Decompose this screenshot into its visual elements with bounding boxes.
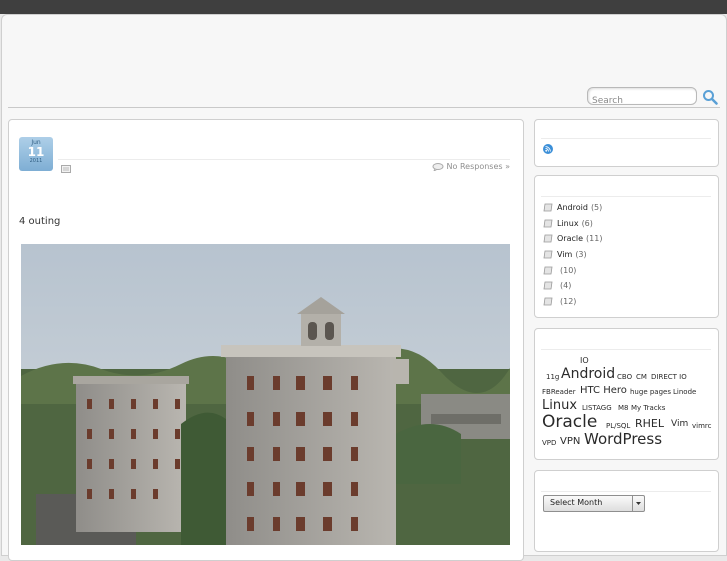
search-box[interactable]	[587, 87, 697, 108]
tag-link[interactable]: PL/SQL	[606, 422, 630, 430]
tag-link[interactable]: Vim	[671, 419, 688, 429]
tag-cloud-widget: IO 11g Android CBO CM DIRECT IO FBReader…	[534, 328, 719, 460]
post-date-year: 2011	[29, 158, 43, 164]
tag-link[interactable]: CM	[636, 373, 647, 381]
tag-link[interactable]: Linux	[542, 398, 577, 413]
post-date-badge: Jun 11 2011	[19, 137, 53, 171]
archive-select-label: Select Month	[550, 498, 603, 507]
category-count: (5)	[590, 203, 603, 213]
page-icon	[543, 281, 553, 290]
rss-widget	[534, 119, 719, 167]
category-item[interactable]: Vim (3)	[543, 247, 602, 263]
category-name[interactable]: Android	[557, 203, 588, 212]
category-item[interactable]: (12)	[543, 294, 602, 310]
archive-month-select[interactable]: Select Month	[543, 495, 645, 512]
page-icon	[543, 297, 553, 306]
tag-link[interactable]: 11g	[546, 373, 559, 381]
category-name[interactable]: Oracle	[557, 234, 583, 243]
post-photo[interactable]	[21, 244, 510, 545]
post-responses-link[interactable]: No Responses »	[432, 162, 510, 171]
tag-link[interactable]: Linode	[673, 388, 696, 396]
category-count: (6)	[581, 218, 593, 228]
archives-widget: Select Month	[534, 470, 719, 552]
tag-link[interactable]: DIRECT IO	[651, 373, 687, 381]
widget-divider	[541, 196, 711, 197]
tag-link[interactable]: HTC Hero	[580, 385, 627, 396]
post-date-day: 11	[27, 145, 45, 159]
folder-icon	[61, 165, 71, 173]
tag-link[interactable]: CBO	[617, 373, 632, 381]
tag-link[interactable]: IO	[580, 356, 589, 365]
tag-link[interactable]: FBReader	[542, 388, 576, 396]
tag-link[interactable]: huge pages	[630, 388, 671, 396]
top-bar	[0, 0, 727, 14]
tag-link[interactable]: Android	[561, 366, 615, 382]
tag-link[interactable]: LISTAGG	[582, 404, 612, 412]
category-name[interactable]: Vim	[557, 250, 572, 259]
category-item[interactable]: Android (5)	[543, 200, 602, 216]
tag-link[interactable]: VPN	[560, 436, 580, 447]
category-count: (4)	[560, 281, 572, 291]
page-icon	[543, 266, 553, 275]
tag-link[interactable]: VPD	[542, 439, 556, 447]
responses-label: No Responses »	[446, 162, 510, 171]
category-list: Android (5) Linux (6) Oracle (11) Vim (3) (1…	[543, 200, 602, 309]
category-item[interactable]: (4)	[543, 278, 602, 294]
category-name[interactable]: Linux	[557, 219, 579, 228]
category-item[interactable]: Oracle (11)	[543, 231, 602, 247]
category-item[interactable]: Linux (6)	[543, 216, 602, 232]
widget-divider	[541, 491, 711, 492]
post-meta-divider	[58, 159, 510, 160]
tag-link[interactable]: vimrc	[692, 422, 711, 430]
header-divider	[8, 107, 720, 108]
tag-link[interactable]: WordPress	[584, 430, 662, 448]
chevron-down-icon[interactable]	[632, 496, 644, 511]
comment-bubble-icon	[432, 162, 444, 171]
search-input[interactable]	[592, 94, 692, 108]
rss-icon[interactable]	[543, 144, 553, 154]
page-icon	[543, 235, 553, 243]
tag-link[interactable]: M8	[618, 404, 629, 412]
widget-divider	[541, 349, 711, 350]
post-text: 4 outing	[19, 216, 61, 227]
category-count: (12)	[560, 296, 577, 306]
page-icon	[543, 250, 553, 259]
tag-link[interactable]: RHEL	[635, 417, 664, 430]
page-icon	[543, 203, 553, 212]
category-item[interactable]: (10)	[543, 262, 602, 278]
category-count: (10)	[560, 265, 577, 275]
search-icon[interactable]	[702, 89, 718, 105]
tag-link[interactable]: Oracle	[542, 412, 597, 432]
page-icon	[543, 219, 553, 228]
category-count: (3)	[575, 250, 587, 260]
categories-widget: Android (5) Linux (6) Oracle (11) Vim (3) (1…	[534, 175, 719, 318]
widget-divider	[541, 138, 711, 139]
tag-link[interactable]: My Tracks	[631, 404, 665, 412]
category-count: (11)	[586, 234, 603, 244]
